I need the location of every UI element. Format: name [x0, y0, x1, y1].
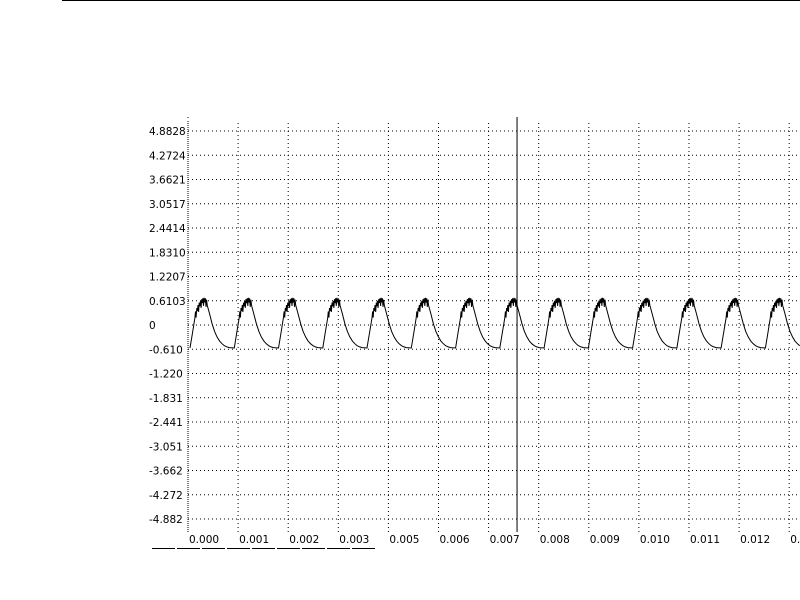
scroll-segment[interactable]: [202, 548, 225, 549]
chart-grid: [187, 117, 800, 532]
x-tick-label: 0.002: [289, 534, 319, 546]
y-tick-label: -3.662: [149, 466, 183, 478]
x-tick-label: 0.009: [590, 534, 620, 546]
x-tick-label: 0.008: [540, 534, 570, 546]
scroll-segment[interactable]: [152, 548, 175, 549]
x-tick-label: 0.012: [740, 534, 770, 546]
y-tick-label: 4.2724: [149, 150, 186, 162]
x-tick-label: 0.000: [189, 534, 219, 546]
y-tick-label: -2.441: [149, 417, 183, 429]
waveform-series-line: [189, 297, 800, 349]
x-tick-label: 0.007: [490, 534, 520, 546]
x-tick-label: 0.005: [389, 534, 419, 546]
x-tick-label: 0.001: [239, 534, 269, 546]
x-tick-label: 0.010: [640, 534, 670, 546]
y-tick-label: 0.6103: [149, 296, 186, 308]
y-tick-label: -3.051: [149, 441, 183, 453]
x-tick-label: 0.003: [339, 534, 369, 546]
scroll-segment[interactable]: [252, 548, 275, 549]
scroll-segment[interactable]: [227, 548, 250, 549]
y-tick-label: 3.6621: [149, 175, 186, 187]
scroll-segment[interactable]: [277, 548, 300, 549]
y-tick-label: 3.0517: [149, 199, 186, 211]
x-tick-label: 0.0: [790, 534, 800, 546]
scroll-indicator[interactable]: [152, 548, 375, 549]
y-tick-label: -1.831: [149, 393, 183, 405]
y-tick-label: -1.220: [149, 369, 183, 381]
scroll-segment[interactable]: [302, 548, 325, 549]
x-tick-label: 0.011: [690, 534, 720, 546]
y-tick-label: 0: [149, 320, 156, 332]
y-tick-label: 1.8310: [149, 247, 186, 259]
x-tick-label: 0.006: [440, 534, 470, 546]
waveform-chart[interactable]: 4.8828 4.2724 3.6621 3.0517 2.4414 1.8310 1.22…: [0, 0, 800, 600]
y-tick-label: 2.4414: [149, 223, 186, 235]
y-tick-label: 1.2207: [149, 272, 186, 284]
y-axis-ticks: 4.8828 4.2724 3.6621 3.0517 2.4414 1.8310 1.22…: [149, 126, 186, 526]
scroll-segment[interactable]: [327, 548, 350, 549]
scroll-segment[interactable]: [177, 548, 200, 549]
y-tick-label: -0.610: [149, 344, 183, 356]
y-tick-label: 4.8828: [149, 126, 186, 138]
scroll-segment[interactable]: [352, 548, 375, 549]
x-axis-ticks: 0.000 0.001 0.002 0.003 0.005 0.006 0.007 0.008…: [189, 534, 800, 546]
y-tick-label: -4.272: [149, 490, 183, 502]
y-tick-label: -4.882: [149, 514, 183, 526]
series-group: [189, 297, 800, 349]
